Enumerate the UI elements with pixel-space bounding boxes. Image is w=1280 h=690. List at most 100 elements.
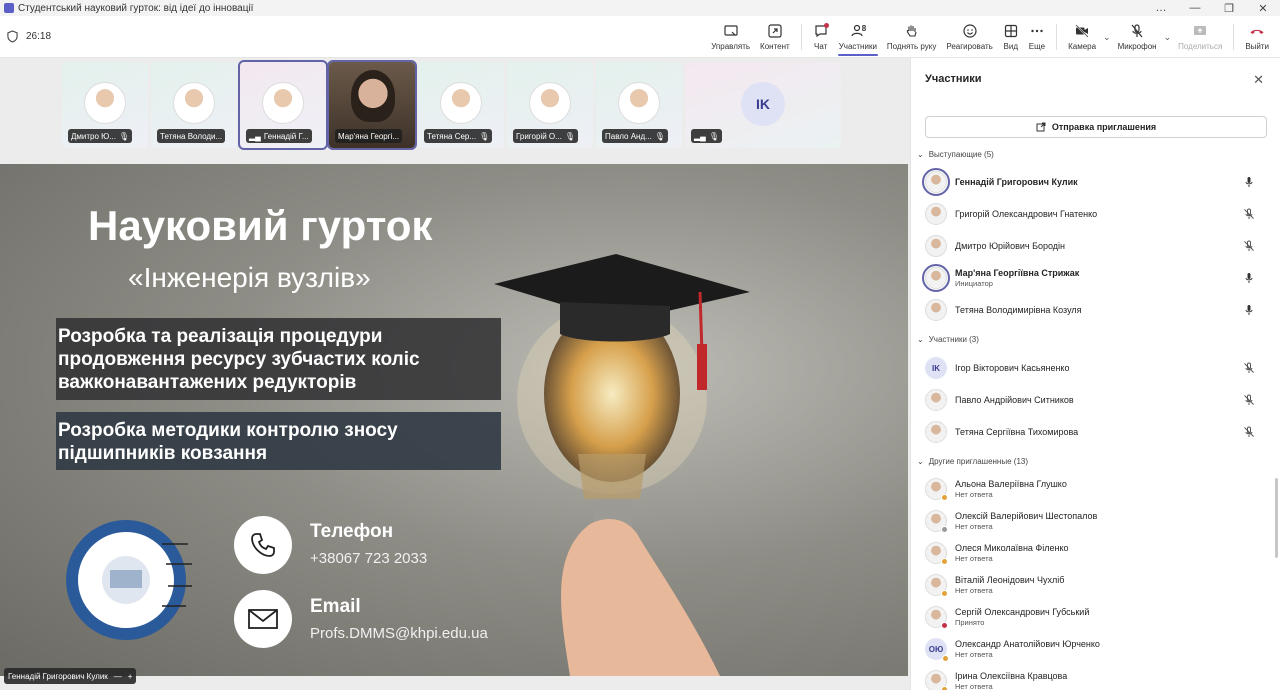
- toolbar-divider: [1233, 24, 1235, 50]
- mic-off-icon: 🎙: [118, 131, 130, 141]
- avatar: [925, 478, 948, 501]
- mic-options-chevron-icon[interactable]: ⌄: [1164, 32, 1172, 43]
- avatar: [925, 203, 947, 225]
- view-label: Вид: [1003, 42, 1019, 51]
- chat-button[interactable]: Чат: [808, 16, 834, 58]
- invitee-row[interactable]: Ірина Олексіївна Кравцова Нет ответа: [925, 667, 1275, 690]
- participants-label: Участники: [838, 42, 877, 51]
- camera-button[interactable]: Камера: [1063, 16, 1101, 58]
- participant-tile[interactable]: Тетяна Володи...: [151, 62, 237, 148]
- invitee-status: Нет ответа: [955, 490, 993, 499]
- avatar: [173, 82, 215, 124]
- invitee-status: Нет ответа: [955, 586, 993, 595]
- participant-tile[interactable]: IK ▂▄ 🎙: [685, 62, 841, 148]
- more-button[interactable]: Еще: [1024, 16, 1050, 58]
- camera-label: Камера: [1068, 42, 1097, 51]
- invitee-row[interactable]: Віталій Леонідович Чухліб Нет ответа: [925, 571, 1275, 599]
- phone-icon: [234, 516, 292, 574]
- section-attendees-label: Участники (3): [928, 335, 979, 344]
- tile-name-tag: Тетяна Володи...: [157, 129, 226, 143]
- view-button[interactable]: Вид: [998, 16, 1024, 58]
- email-icon: [234, 590, 292, 648]
- tile-name-tag: Павло Анд... 🎙: [602, 129, 668, 143]
- toolbar-divider: [1056, 24, 1058, 50]
- participant-row[interactable]: Геннадій Григорович Кулик: [922, 168, 1275, 196]
- mic-button[interactable]: Микрофон: [1113, 16, 1162, 58]
- section-presenters-toggle[interactable]: ⌄ Выступающие (5): [917, 150, 994, 159]
- participant-row[interactable]: Дмитро Юрійович Бородін: [925, 232, 1275, 260]
- leave-button[interactable]: Выйти: [1240, 16, 1274, 58]
- invitee-row[interactable]: Олеся Миколаївна Філенко Нет ответа: [925, 539, 1275, 567]
- maximize-button[interactable]: ❐: [1212, 2, 1246, 15]
- chat-label: Чат: [814, 42, 828, 51]
- participant-row[interactable]: Мар'яна Георгіївна Стрижак Инициатор: [922, 264, 1275, 292]
- send-invite-button[interactable]: Отправка приглашения: [925, 116, 1267, 138]
- content-label: Контент: [760, 42, 790, 51]
- invitee-row[interactable]: Сергій Олександрович Губський Принято: [925, 603, 1275, 631]
- zoom-out-button[interactable]: —: [114, 672, 122, 681]
- invitee-status: Нет ответа: [955, 682, 993, 690]
- meeting-toolbar: 26:18 Управлять Контент Чат 8 Участники …: [0, 16, 1280, 58]
- invitee-row[interactable]: Альона Валеріївна Глушко Нет ответа: [925, 475, 1275, 503]
- invitee-row[interactable]: ОЮ Олександр Анатолійович Юрченко Нет отв…: [925, 635, 1275, 663]
- participant-row[interactable]: IK Ігор Вікторович Касьяненко: [925, 354, 1275, 382]
- participant-tile[interactable]: Григорій О... 🎙: [507, 62, 593, 148]
- participant-tile[interactable]: Павло Анд... 🎙: [596, 62, 682, 148]
- avatar: [440, 82, 482, 124]
- share-button[interactable]: Поделиться: [1173, 16, 1227, 58]
- avatar: [922, 168, 950, 196]
- presenter-name: Геннадій Григорович Кулик: [8, 671, 108, 681]
- shield-icon: [7, 30, 18, 43]
- participant-tile-video[interactable]: Мар'яна Георгі...: [327, 60, 417, 150]
- tile-name: Григорій О...: [516, 131, 562, 141]
- invitee-name: Олеся Миколаївна Філенко: [955, 543, 1069, 553]
- send-invite-label: Отправка приглашения: [1051, 122, 1157, 132]
- lightbulb-graduation-cap-image: [494, 254, 750, 676]
- avatar: [925, 670, 948, 690]
- content-button[interactable]: Контент: [755, 16, 795, 58]
- zoom-in-button[interactable]: +: [128, 672, 133, 681]
- share-tray-button[interactable]: Управлять: [706, 16, 755, 58]
- invitee-status: Нет ответа: [955, 522, 993, 531]
- tile-name-tag: ▂▄ 🎙: [691, 129, 722, 143]
- share-screen-icon: [1194, 26, 1207, 35]
- participant-name: Тетяна Володимирівна Козуля: [955, 305, 1082, 315]
- camera-options-chevron-icon[interactable]: ⌄: [1103, 32, 1111, 43]
- mic-off-icon: [1244, 426, 1254, 437]
- close-window-button[interactable]: ✕: [1246, 2, 1280, 15]
- participant-row[interactable]: Тетяна Сергіївна Тихомирова: [925, 418, 1275, 446]
- tile-name: Тетяна Сер...: [427, 131, 477, 141]
- content-icon: [768, 24, 782, 38]
- participant-name: Григорій Олександрович Гнатенко: [955, 209, 1098, 219]
- participant-row[interactable]: Тетяна Володимирівна Козуля: [925, 296, 1275, 324]
- invitee-row[interactable]: Олексій Валерійович Шестопалов Нет ответа: [925, 507, 1275, 535]
- signal-icon: ▂▄: [694, 131, 706, 141]
- hang-up-icon: [1250, 29, 1264, 34]
- section-attendees-toggle[interactable]: ⌄ Участники (3): [917, 335, 979, 344]
- raise-hand-button[interactable]: Поднять руку: [882, 16, 941, 58]
- participant-row[interactable]: Павло Андрійович Ситников: [925, 386, 1275, 414]
- invitee-name: Віталій Леонідович Чухліб: [955, 575, 1065, 585]
- meeting-stage: Дмитро Ю... 🎙 Тетяна Володи... ▂▄ Геннадій…: [0, 58, 910, 690]
- section-others-toggle[interactable]: ⌄ Другие приглашенные (13): [917, 457, 1028, 466]
- minimize-button[interactable]: —: [1178, 2, 1212, 15]
- mic-off-icon: [1244, 240, 1254, 251]
- initials-avatar: IK: [741, 82, 785, 126]
- participant-row[interactable]: Григорій Олександрович Гнатенко: [925, 200, 1275, 228]
- participant-tiles: Дмитро Ю... 🎙 Тетяна Володи... ▂▄ Геннадій…: [62, 60, 841, 150]
- participant-tile[interactable]: Тетяна Сер... 🎙: [418, 62, 504, 148]
- status-accepted-icon: [941, 622, 948, 629]
- react-label: Реагировать: [946, 42, 993, 51]
- participant-tile-speaking[interactable]: ▂▄ Геннадій Г...: [238, 60, 328, 150]
- participants-count: 8: [861, 24, 867, 33]
- panel-scrollbar[interactable]: [1275, 478, 1278, 558]
- react-button[interactable]: Реагировать: [941, 16, 997, 58]
- chat-unread-dot: [823, 23, 829, 28]
- close-panel-button[interactable]: ✕: [1253, 72, 1264, 88]
- participants-panel: Участники ✕ Отправка приглашения ⌄ Выступ…: [910, 58, 1280, 690]
- participants-button[interactable]: 8 Участники: [834, 16, 882, 58]
- participant-tile[interactable]: Дмитро Ю... 🎙: [62, 62, 148, 148]
- teams-app-icon: [4, 3, 14, 13]
- more-window-button[interactable]: …: [1144, 2, 1178, 15]
- mic-off-icon: 🎙: [654, 131, 665, 141]
